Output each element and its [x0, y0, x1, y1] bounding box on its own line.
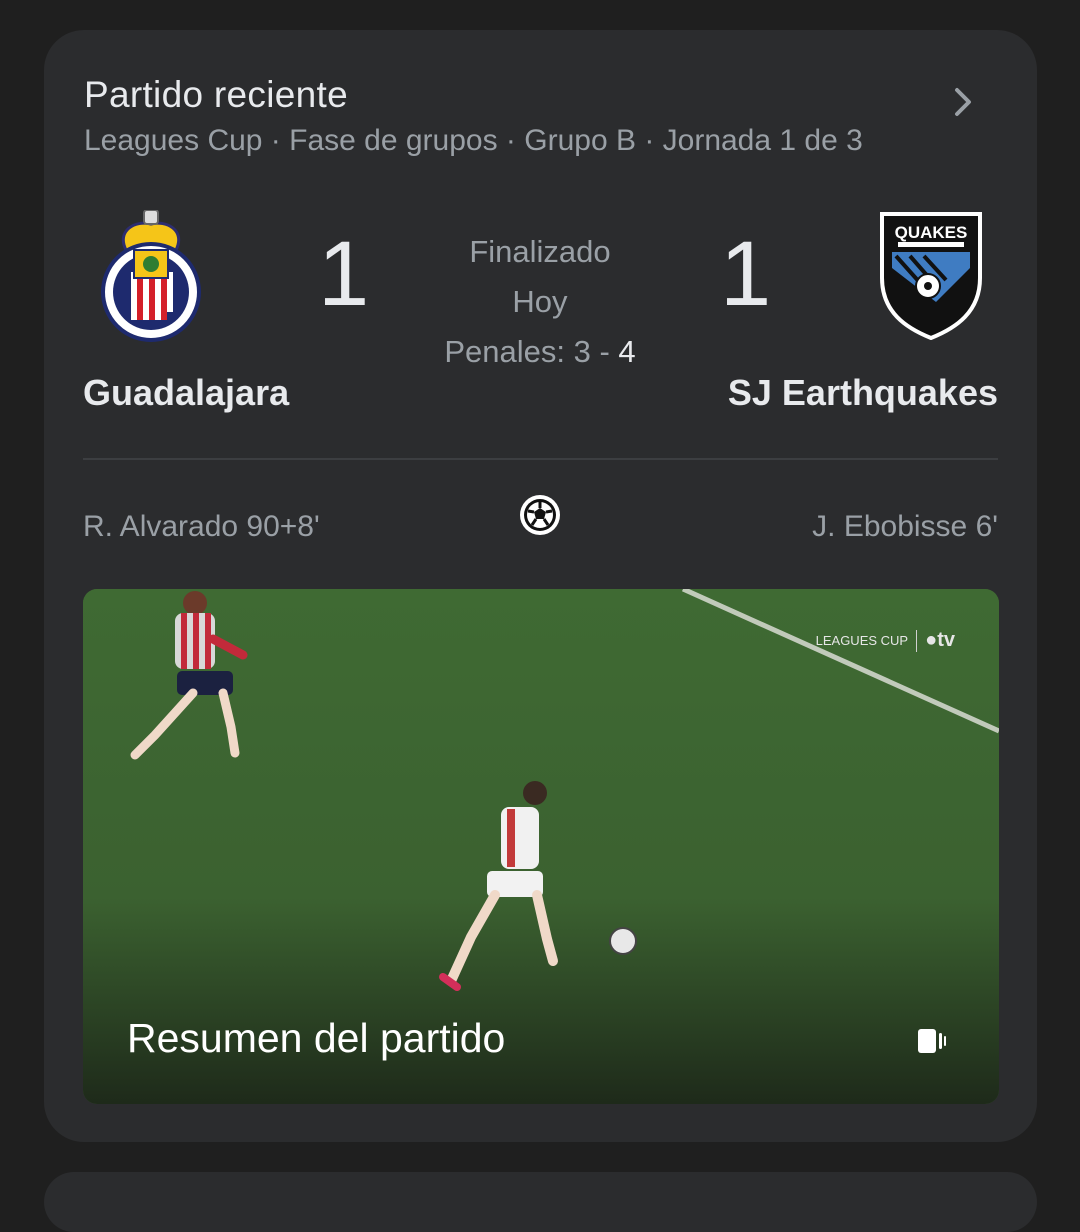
divider: [83, 458, 998, 460]
card-header: Partido reciente Leagues Cup · Fase de g…: [84, 74, 997, 158]
guadalajara-crest-icon[interactable]: [96, 210, 206, 342]
soccer-ball-icon: [520, 495, 560, 535]
match-status-block: Finalizado Hoy Penales: 3 - 4: [394, 230, 686, 380]
highlights-video[interactable]: LEAGUES CUP ●tv Resumen del partido: [83, 589, 999, 1104]
leagues-cup-logo: LEAGUES CUP: [815, 633, 909, 648]
penalties-line: Penales: 3 - 4: [394, 330, 686, 380]
brand-separator: [916, 629, 918, 652]
apple-tv-text: tv: [937, 629, 955, 651]
penalties-separator: -: [590, 334, 619, 369]
quakes-crest-icon[interactable]: QUAKES: [876, 208, 986, 340]
away-scorer: J. Ebobisse 6': [812, 510, 998, 543]
away-score: 1: [720, 223, 772, 325]
match-date: Hoy: [512, 284, 568, 319]
away-team-name[interactable]: SJ Earthquakes: [728, 372, 998, 414]
svg-text:QUAKES: QUAKES: [895, 223, 968, 242]
penalties-home: 3: [573, 334, 591, 369]
apple-tv-logo: ●tv: [925, 629, 955, 652]
card-title: Partido reciente: [84, 74, 348, 115]
next-card: [44, 1172, 1037, 1232]
apple-icon: ●: [925, 629, 938, 651]
home-scorer: R. Alvarado 90+8': [83, 510, 320, 543]
video-title: Resumen del partido: [127, 1015, 506, 1061]
match-status: Finalizado: [469, 234, 611, 269]
broadcast-brand: LEAGUES CUP ●tv: [816, 629, 955, 652]
home-score: 1: [318, 223, 370, 325]
match-card[interactable]: Partido reciente Leagues Cup · Fase de g…: [44, 30, 1037, 1142]
chevron-right-icon[interactable]: [945, 84, 981, 120]
penalties-away: 4: [618, 334, 636, 369]
home-team-name[interactable]: Guadalajara: [83, 372, 289, 414]
vertical-video-icon[interactable]: [917, 1028, 947, 1054]
competition-subtitle: Leagues Cup · Fase de grupos · Grupo B ·…: [84, 124, 863, 157]
penalties-label: Penales:: [444, 334, 565, 369]
